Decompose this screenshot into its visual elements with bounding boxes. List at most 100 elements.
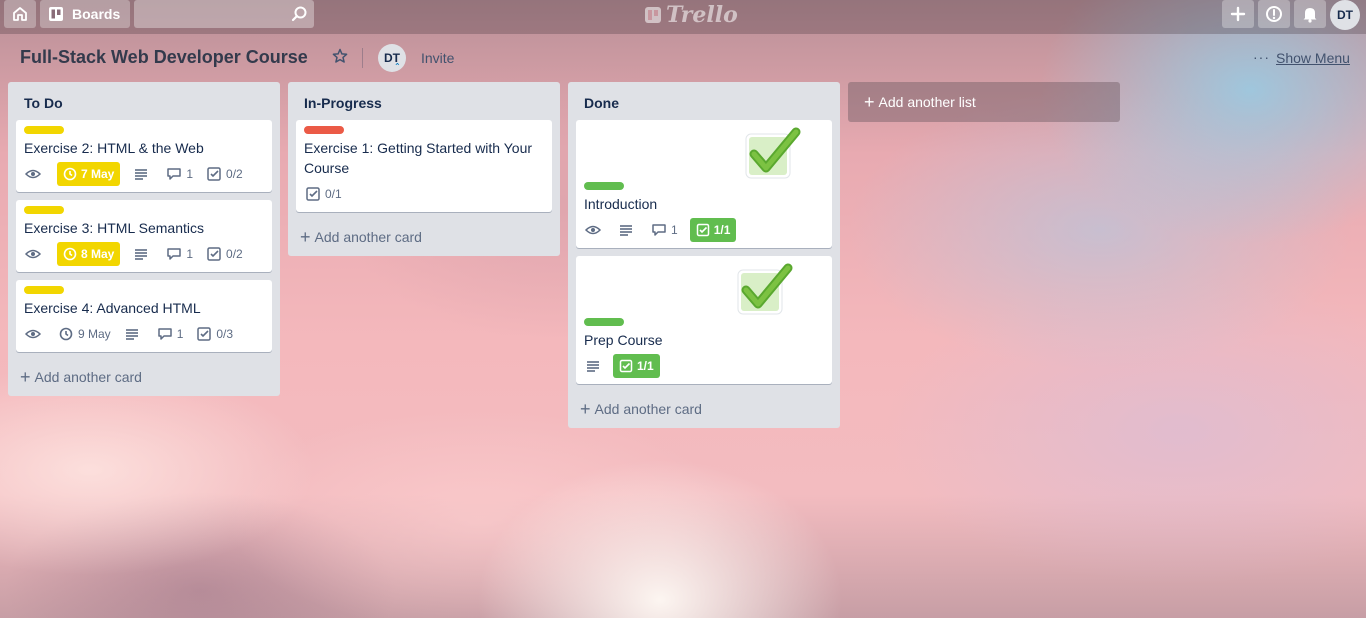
admin-chevron-icon: ⌃ <box>394 62 401 71</box>
star-board-button[interactable] <box>332 48 352 68</box>
eye-icon <box>24 249 42 259</box>
due-date-badge[interactable]: 8 May <box>57 242 121 266</box>
description-badge <box>617 221 638 239</box>
checklist-complete-badge: 1/1 <box>613 354 660 378</box>
card[interactable]: Introduction 1 1/1 <box>576 120 832 248</box>
comments-badge: 1 <box>650 221 678 239</box>
top-navigation-bar: Boards Trello DT <box>0 0 1366 34</box>
plus-icon: + <box>864 92 875 112</box>
checklist-complete-badge: 1/1 <box>689 218 737 242</box>
checklist-count: 1/1 <box>713 223 731 237</box>
clock-icon <box>63 247 77 261</box>
description-icon <box>135 249 148 260</box>
due-date-text: 8 May <box>81 247 115 261</box>
home-button[interactable] <box>4 0 36 28</box>
checklist-icon <box>197 327 212 341</box>
comments-count: 1 <box>186 247 194 261</box>
comments-count: 1 <box>186 167 194 181</box>
card[interactable]: Exercise 2: HTML & the Web 7 May 1 0/2 <box>16 120 272 192</box>
info-icon <box>1266 6 1282 22</box>
checklist-badge: 0/2 <box>205 165 243 183</box>
board-member-avatar[interactable]: DT ⌃ <box>378 44 406 72</box>
description-badge <box>123 325 144 343</box>
eye-icon <box>24 169 42 179</box>
checklist-icon <box>306 187 320 201</box>
checklist-badge: 0/1 <box>304 185 342 203</box>
comments-badge: 1 <box>165 165 193 183</box>
card-badges: 0/1 <box>304 182 354 206</box>
checklist-count: 0/3 <box>216 327 234 341</box>
add-card-button[interactable]: + Add another card <box>300 227 422 247</box>
card[interactable]: Prep Course 1/1 <box>576 256 832 384</box>
due-date-text: 9 May <box>78 327 111 341</box>
checklist-count: 0/1 <box>325 187 342 201</box>
add-list-button[interactable]: + Add another list <box>848 82 1120 122</box>
notifications-button[interactable] <box>1294 0 1326 28</box>
card-label-green[interactable] <box>584 182 624 190</box>
description-badge <box>584 357 605 375</box>
description-badge <box>132 165 153 183</box>
list-title[interactable]: Done <box>584 95 619 111</box>
card-label-yellow[interactable] <box>24 126 64 134</box>
user-avatar[interactable]: DT <box>1330 0 1360 30</box>
info-button[interactable] <box>1258 0 1290 28</box>
card[interactable]: Exercise 1: Getting Started with Your Co… <box>296 120 552 212</box>
card-label-red[interactable] <box>304 126 344 134</box>
card-label-yellow[interactable] <box>24 286 64 294</box>
card-label-yellow[interactable] <box>24 206 64 214</box>
list-title[interactable]: To Do <box>24 95 63 111</box>
card-title: Introduction <box>584 196 658 212</box>
eye-icon <box>584 225 602 235</box>
bell-icon <box>1303 8 1317 23</box>
card-title: Exercise 1: Getting Started with Your Co… <box>304 140 533 176</box>
checklist-badge: 0/3 <box>195 325 233 343</box>
checklist-icon <box>696 223 709 237</box>
card-badges: 8 May 1 0/2 <box>24 242 255 266</box>
comments-count: 1 <box>671 223 678 237</box>
add-card-button[interactable]: + Add another card <box>580 399 702 419</box>
board-title[interactable]: Full-Stack Web Developer Course <box>20 47 308 68</box>
description-icon <box>135 169 148 180</box>
card-title: Exercise 2: HTML & the Web <box>24 140 204 156</box>
boards-icon <box>49 7 63 21</box>
comment-icon <box>167 248 182 260</box>
card[interactable]: Exercise 4: Advanced HTML 9 May 1 0/3 <box>16 280 272 352</box>
card-label-green[interactable] <box>584 318 624 326</box>
plus-icon: + <box>580 399 591 419</box>
watch-badge <box>584 221 605 239</box>
boards-button[interactable]: Boards <box>40 0 130 28</box>
card[interactable]: Exercise 3: HTML Semantics 8 May 1 0/2 <box>16 200 272 272</box>
plus-icon: + <box>20 367 31 387</box>
invite-button[interactable]: Invite <box>421 50 454 66</box>
card-badges: 1 1/1 <box>584 218 737 242</box>
checklist-count: 0/2 <box>226 247 243 261</box>
add-card-button[interactable]: + Add another card <box>20 367 142 387</box>
show-menu-button[interactable]: Show Menu <box>1276 50 1350 66</box>
logo-text: Trello <box>666 2 738 28</box>
more-icon[interactable]: ··· <box>1253 49 1270 65</box>
search-input[interactable] <box>134 0 314 28</box>
checkmark-sticker <box>737 263 793 315</box>
comment-icon <box>652 224 666 236</box>
list-title[interactable]: In-Progress <box>304 95 382 111</box>
plus-icon: + <box>300 227 311 247</box>
create-button[interactable] <box>1222 0 1254 28</box>
boards-label: Boards <box>72 6 121 22</box>
star-icon <box>332 48 348 63</box>
search-icon <box>291 6 307 22</box>
trello-logo[interactable]: Trello <box>644 2 738 28</box>
comment-icon <box>167 168 182 180</box>
due-date-badge[interactable]: 7 May <box>57 162 121 186</box>
header-divider <box>362 48 363 68</box>
add-card-label: Add another card <box>314 229 422 245</box>
list-in-progress: In-Progress Exercise 1: Getting Started … <box>288 82 560 256</box>
card-badges: 9 May 1 0/3 <box>24 322 245 346</box>
list-done: Done Introduction 1 1/1 Prep Course 1/1 … <box>568 82 840 428</box>
eye-icon <box>24 329 42 339</box>
watch-badge <box>24 165 45 183</box>
add-list-label: Add another list <box>878 94 976 110</box>
due-date-badge[interactable]: 9 May <box>57 325 111 343</box>
checklist-icon <box>619 359 633 373</box>
checklist-count: 0/2 <box>226 167 243 181</box>
description-icon <box>587 361 599 372</box>
